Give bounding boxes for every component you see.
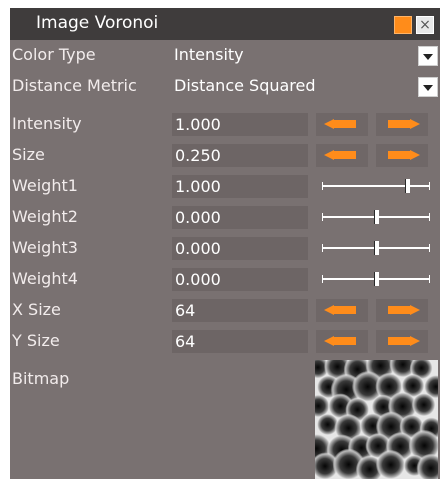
y-size-increment-button[interactable] [376,330,428,353]
row-weight2: Weight2 0.000 [10,204,440,231]
size-field[interactable]: 0.250 [172,144,308,167]
weight4-field[interactable]: 0.000 [172,268,308,291]
x-size-increment-button[interactable] [376,299,428,322]
weight4-value: 0.000 [175,270,221,289]
weight1-value: 1.000 [175,177,221,196]
voronoi-properties-panel: Image Voronoi × Color Type Intensity Dis… [10,8,440,483]
distance-metric-dropdown-button[interactable] [418,77,438,97]
close-button[interactable]: × [416,16,434,34]
weight4-slider-thumb[interactable] [374,272,379,286]
size-decrement-button[interactable] [316,144,368,167]
weight3-field[interactable]: 0.000 [172,237,308,260]
bitmap-preview-image[interactable] [301,350,440,483]
weight2-label: Weight2 [12,207,78,226]
voronoi-bitmap [301,350,440,483]
row-weight1: Weight1 1.000 [10,173,440,200]
row-y-size: Y Size 64 [10,328,440,355]
weight2-field[interactable]: 0.000 [172,206,308,229]
weight2-slider-thumb[interactable] [374,210,379,224]
weight1-slider[interactable] [322,177,430,195]
row-weight4: Weight4 0.000 [10,266,440,293]
x-size-decrement-button[interactable] [316,299,368,322]
intensity-value: 1.000 [175,115,221,134]
weight1-slider-thumb[interactable] [405,179,410,193]
weight3-value: 0.000 [175,239,221,258]
y-size-label: Y Size [12,331,60,350]
size-increment-button[interactable] [376,144,428,167]
row-intensity: Intensity 1.000 [10,111,440,138]
row-distance-metric: Distance Metric Distance Squared [10,73,440,100]
row-weight3: Weight3 0.000 [10,235,440,262]
weight2-value: 0.000 [175,208,221,227]
title-bar[interactable]: Image Voronoi × [10,8,440,40]
color-type-value[interactable]: Intensity [174,43,244,67]
row-color-type: Color Type Intensity [10,42,440,69]
weight4-label: Weight4 [12,269,78,288]
color-type-dropdown-button[interactable] [418,46,438,66]
row-size: Size 0.250 [10,142,440,169]
distance-metric-label: Distance Metric [12,76,137,95]
x-size-field[interactable]: 64 [172,299,308,322]
weight2-slider[interactable] [322,208,430,226]
row-x-size: X Size 64 [10,297,440,324]
x-size-value: 64 [175,301,196,320]
y-size-field[interactable]: 64 [172,330,308,353]
x-size-label: X Size [12,300,61,319]
intensity-increment-button[interactable] [376,113,428,136]
minimize-button[interactable] [394,16,412,34]
y-size-value: 64 [175,332,196,351]
distance-metric-value[interactable]: Distance Squared [174,74,316,98]
color-type-label: Color Type [12,45,96,64]
bitmap-label: Bitmap [12,369,70,388]
weight1-field[interactable]: 1.000 [172,175,308,198]
size-label: Size [12,145,45,164]
weight3-slider-thumb[interactable] [374,241,379,255]
weight4-slider[interactable] [322,270,430,288]
intensity-field[interactable]: 1.000 [172,113,308,136]
size-value: 0.250 [175,146,221,165]
weight1-label: Weight1 [12,176,78,195]
weight3-label: Weight3 [12,238,78,257]
intensity-label: Intensity [12,114,82,133]
intensity-decrement-button[interactable] [316,113,368,136]
window-title: Image Voronoi [36,13,159,33]
weight3-slider[interactable] [322,239,430,257]
y-size-decrement-button[interactable] [316,330,368,353]
